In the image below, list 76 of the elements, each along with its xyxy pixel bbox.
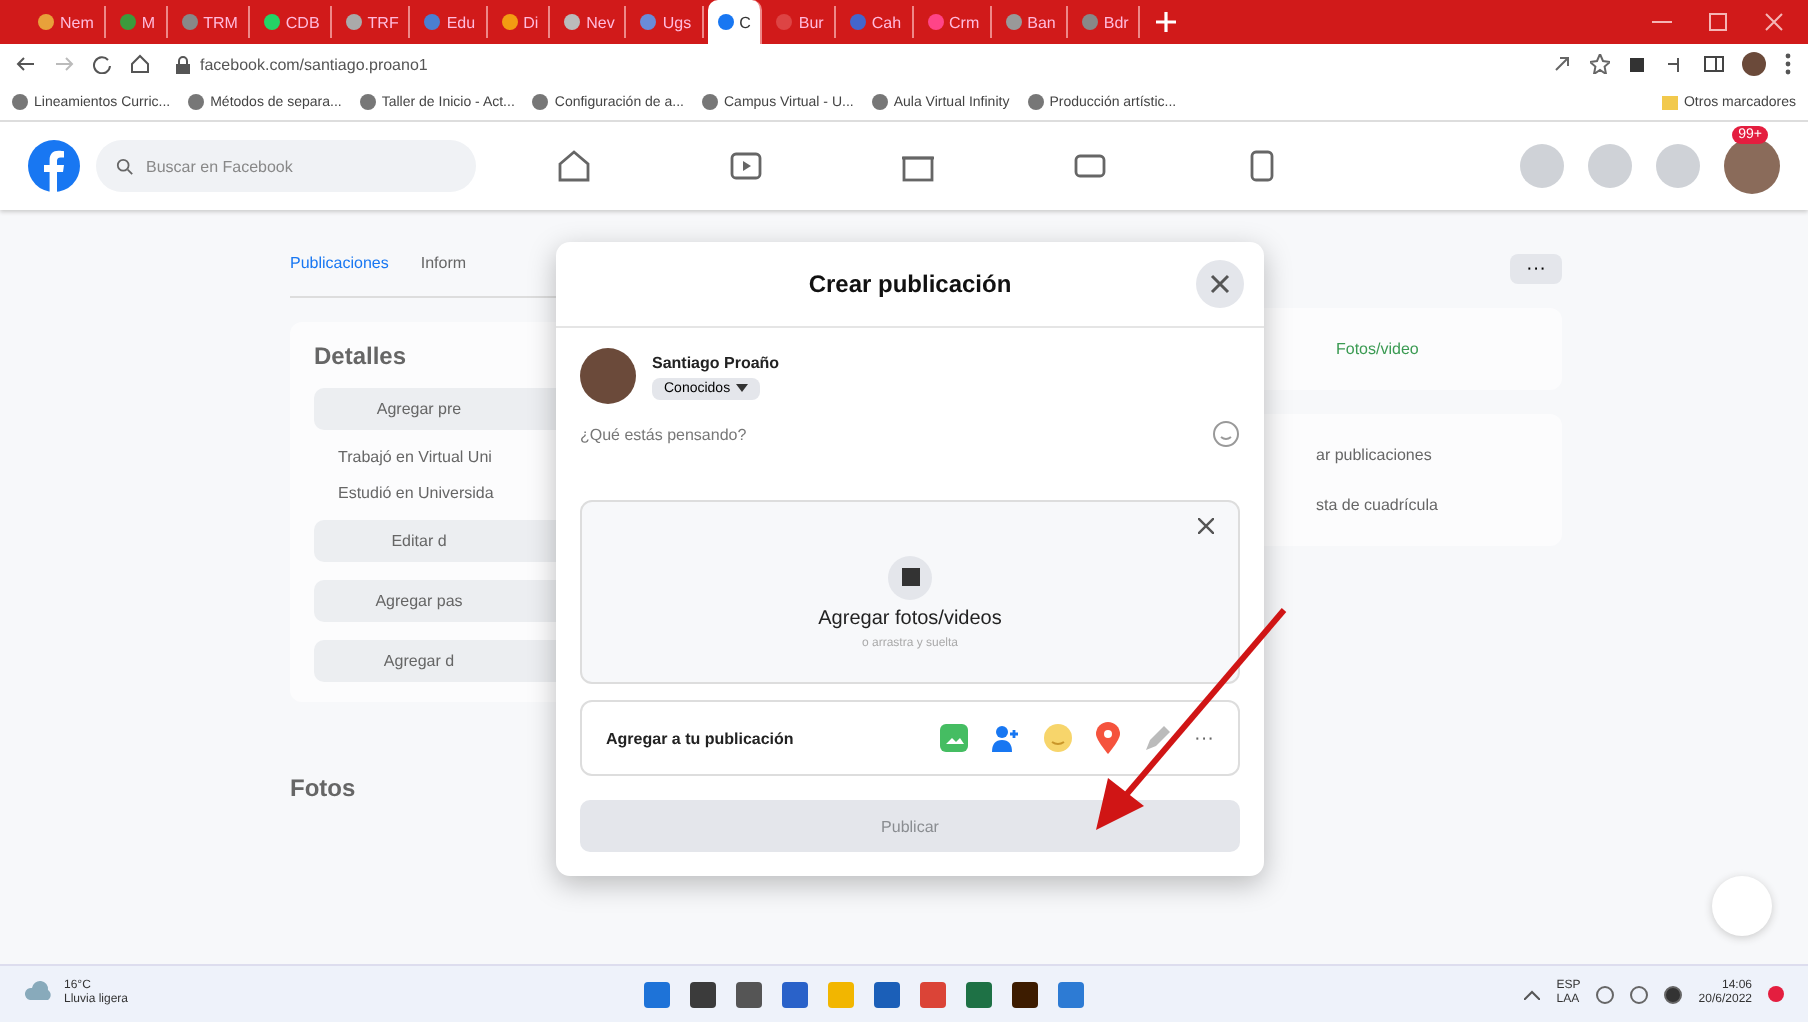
- back-icon[interactable]: [16, 54, 36, 74]
- star-icon[interactable]: [1590, 54, 1610, 74]
- upload-label: Agregar fotos/videos: [818, 607, 1002, 629]
- browser-tab[interactable]: Di: [491, 6, 551, 38]
- card-title: Detalles: [314, 342, 407, 370]
- browser-tab[interactable]: Ugs: [630, 6, 704, 38]
- site-icon: [564, 14, 581, 30]
- maximize-icon[interactable]: [1708, 12, 1728, 32]
- close-icon[interactable]: [1764, 12, 1784, 32]
- taskbar-app-icon[interactable]: [690, 981, 716, 1007]
- card-title: Fotos: [290, 774, 356, 802]
- site-icon: [424, 14, 441, 30]
- site-icon: [119, 14, 136, 30]
- browser-tab[interactable]: Ban: [995, 6, 1068, 38]
- search-icon: [116, 157, 134, 175]
- pencil-icon[interactable]: [1142, 722, 1174, 754]
- photo-icon: [888, 555, 932, 599]
- browser-tab[interactable]: Bur: [766, 6, 836, 38]
- browser-tab[interactable]: Nem: [28, 6, 106, 38]
- caret-icon: [736, 384, 749, 392]
- site-icon: [501, 14, 518, 30]
- search-field[interactable]: Buscar en Facebook: [96, 140, 476, 192]
- reload-icon[interactable]: [92, 54, 112, 74]
- home-icon[interactable]: [556, 148, 592, 184]
- browser-tab[interactable]: CDB: [253, 6, 332, 38]
- chevron-up-icon[interactable]: [1524, 989, 1541, 999]
- profile-avatar[interactable]: [1742, 52, 1766, 76]
- new-tab-icon[interactable]: [1156, 12, 1177, 32]
- site-icon: [776, 14, 793, 30]
- taskbar-app-icon[interactable]: [736, 981, 762, 1007]
- author-name: Santiago Proaño: [652, 353, 780, 371]
- browser-tab[interactable]: TRF: [335, 6, 411, 38]
- url-text: facebook.com/santiago.proano1: [200, 55, 428, 73]
- share-icon[interactable]: [1552, 54, 1572, 74]
- more-options-button[interactable]: ···: [1194, 727, 1214, 749]
- video-icon[interactable]: [728, 148, 764, 184]
- browser-tab[interactable]: Bdr: [1071, 6, 1141, 38]
- browser-tab[interactable]: Edu: [414, 6, 488, 38]
- browser-tab[interactable]: Crm: [917, 6, 992, 38]
- site-icon: [1005, 14, 1022, 30]
- site-icon: [263, 14, 280, 30]
- site-icon: [181, 14, 198, 30]
- close-icon: [1210, 274, 1230, 294]
- site-icon: [927, 14, 944, 30]
- site-icon: [717, 14, 734, 30]
- menu-icon[interactable]: [1784, 52, 1792, 76]
- site-icon: [1081, 14, 1098, 30]
- dialog-title: Crear publicación: [808, 270, 1012, 298]
- lock-icon: [176, 55, 190, 73]
- profile-tab[interactable]: Publicaciones: [290, 254, 389, 272]
- site-icon: [849, 14, 866, 30]
- browser-tab[interactable]: TRM: [171, 6, 250, 38]
- add-to-post-label: Agregar a tu publicación: [606, 729, 794, 747]
- browser-tab[interactable]: M: [109, 6, 168, 38]
- detail-item: Estudió en Universida: [336, 484, 494, 502]
- browser-tab[interactable]: Nev: [554, 6, 627, 38]
- emoji-icon[interactable]: [1212, 420, 1240, 448]
- browser-tab[interactable]: Cah: [839, 6, 914, 38]
- sidebar-icon[interactable]: [1704, 54, 1724, 74]
- tag-person-icon[interactable]: [990, 722, 1022, 754]
- user-avatar: [580, 348, 636, 404]
- profile-avatar[interactable]: [1724, 138, 1780, 194]
- taskbar-app-icon[interactable]: [1012, 981, 1038, 1007]
- site-icon: [38, 14, 54, 30]
- notification-icon[interactable]: [1768, 986, 1784, 1002]
- home-icon[interactable]: [130, 54, 150, 74]
- detail-item: Trabajó en Virtual Uni: [336, 448, 492, 466]
- browser-tab[interactable]: C: [707, 0, 763, 44]
- site-icon: [640, 14, 657, 30]
- profile-tab[interactable]: Inform: [420, 254, 467, 272]
- site-icon: [345, 14, 362, 30]
- location-pin-icon[interactable]: [1094, 722, 1122, 754]
- close-icon[interactable]: [1198, 518, 1214, 534]
- close-button[interactable]: [1196, 260, 1244, 308]
- facebook-logo[interactable]: [28, 140, 80, 192]
- more-button[interactable]: ···: [1510, 254, 1562, 284]
